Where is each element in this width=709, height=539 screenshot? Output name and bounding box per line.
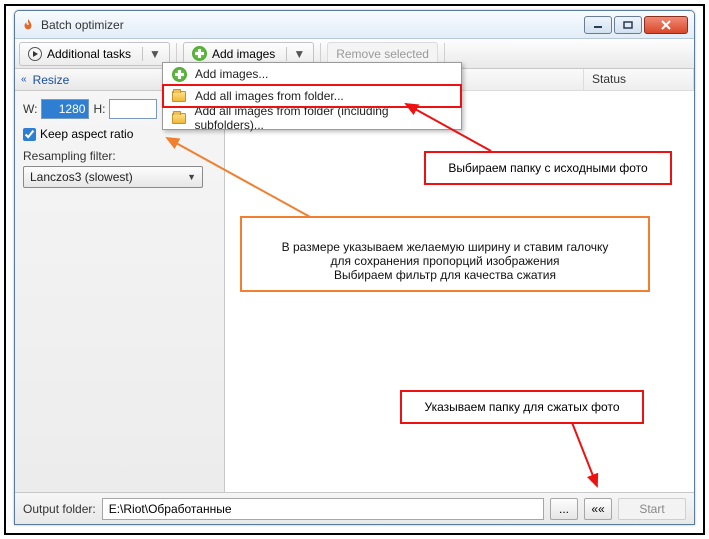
sidebar: « Resize W: H: Keep aspect ratio Resampl… bbox=[15, 69, 225, 492]
additional-tasks-button[interactable]: Additional tasks ▼ bbox=[19, 42, 170, 66]
minimize-button[interactable] bbox=[584, 16, 612, 34]
resize-panel-title: Resize bbox=[33, 73, 70, 87]
window-title: Batch optimizer bbox=[41, 18, 584, 32]
output-folder-value: E:\Riot\Обработанные bbox=[109, 502, 232, 516]
tutorial-frame: Batch optimizer Additional tasks ▼ Add i… bbox=[4, 4, 705, 535]
menu-label: Add all images from folder (including su… bbox=[195, 104, 454, 132]
chevron-down-icon: ▼ bbox=[142, 47, 161, 61]
menu-add-folder-recursive[interactable]: Add all images from folder (including su… bbox=[163, 107, 461, 129]
height-input[interactable] bbox=[109, 99, 157, 119]
annotation-1: Выбираем папку с исходными фото bbox=[424, 151, 672, 185]
width-input[interactable] bbox=[41, 99, 89, 119]
plus-icon bbox=[192, 46, 207, 61]
menu-label: Add images... bbox=[195, 67, 268, 81]
resampling-label: Resampling filter: bbox=[23, 149, 216, 163]
chevron-down-icon[interactable]: ▼ bbox=[286, 47, 305, 61]
menu-label: Add all images from folder... bbox=[195, 89, 344, 103]
plus-icon bbox=[172, 67, 187, 82]
close-button[interactable] bbox=[644, 16, 688, 34]
resampling-combo[interactable]: Lanczos3 (slowest) ▼ bbox=[23, 166, 203, 188]
remove-selected-label: Remove selected bbox=[336, 47, 429, 61]
folder-icon bbox=[172, 91, 186, 102]
menu-add-images[interactable]: Add images... bbox=[163, 63, 461, 85]
annotation-3: Указываем папку для сжатых фото bbox=[400, 390, 644, 424]
output-folder-label: Output folder: bbox=[23, 502, 96, 516]
bottom-bar: Output folder: E:\Riot\Обработанные ... … bbox=[15, 492, 694, 524]
chevron-down-icon: ▼ bbox=[187, 172, 196, 182]
add-images-menu: Add images... Add all images from folder… bbox=[162, 62, 462, 130]
start-button[interactable]: Start bbox=[618, 498, 686, 520]
annotation-2: В размере указываем желаемую ширину и ст… bbox=[240, 216, 650, 292]
browse-button[interactable]: ... bbox=[550, 498, 578, 520]
keep-aspect-checkbox[interactable] bbox=[23, 128, 36, 141]
revert-button[interactable]: «« bbox=[584, 498, 612, 520]
additional-tasks-label: Additional tasks bbox=[47, 47, 131, 61]
height-label: H: bbox=[93, 102, 105, 116]
keep-aspect-label: Keep aspect ratio bbox=[40, 127, 133, 141]
maximize-button[interactable] bbox=[614, 16, 642, 34]
app-icon bbox=[21, 18, 35, 32]
add-images-label: Add images bbox=[212, 47, 275, 61]
width-label: W: bbox=[23, 102, 37, 116]
output-folder-field[interactable]: E:\Riot\Обработанные bbox=[102, 498, 544, 520]
titlebar: Batch optimizer bbox=[15, 11, 694, 39]
resampling-value: Lanczos3 (slowest) bbox=[30, 170, 133, 184]
col-status[interactable]: Status bbox=[584, 69, 694, 90]
folder-icon bbox=[172, 113, 186, 124]
play-icon bbox=[28, 47, 42, 61]
collapse-icon: « bbox=[21, 74, 27, 85]
